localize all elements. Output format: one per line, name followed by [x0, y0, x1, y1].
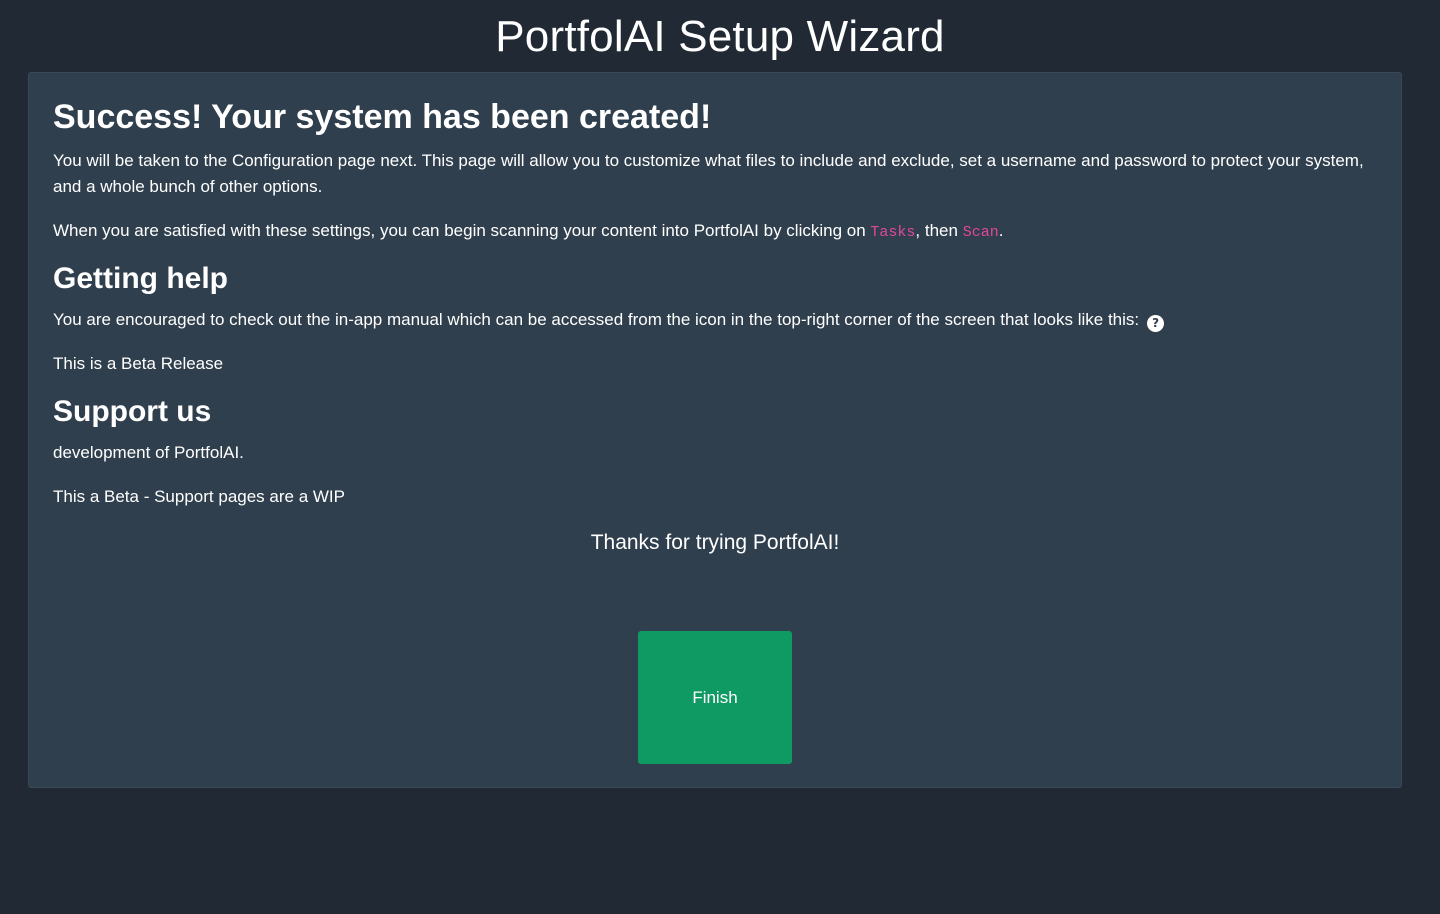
- scan-instructions-suffix: .: [998, 221, 1004, 240]
- page-title: PortfolAI Setup Wizard: [495, 12, 945, 61]
- getting-help-heading: Getting help: [53, 262, 228, 295]
- beta-release-text: This is a Beta Release: [53, 354, 224, 373]
- scan-instructions-prefix: When you are satisfied with these settin…: [53, 221, 871, 240]
- finish-button[interactable]: Finish: [638, 631, 792, 764]
- support-wip-text: This a Beta - Support pages are a WIP: [53, 487, 345, 506]
- scan-instructions-middle: , then: [915, 221, 963, 240]
- tasks-code: Tasks: [870, 224, 916, 241]
- success-heading: Success! Your system has been created!: [53, 98, 712, 136]
- question-circle-icon: ?: [1147, 315, 1165, 332]
- help-paragraph-text: You are encouraged to check out the in-a…: [53, 310, 1140, 329]
- support-us-heading: Support us: [53, 395, 212, 428]
- scan-code: Scan: [962, 224, 999, 241]
- scan-instructions-paragraph: When you are satisfied with these settin…: [53, 218, 1377, 246]
- help-paragraph: You are encouraged to check out the in-a…: [53, 307, 1377, 333]
- setup-complete-card: Success! Your system has been created! Y…: [28, 72, 1402, 788]
- thanks-message: Thanks for trying PortfolAI!: [590, 531, 840, 554]
- configuration-paragraph: You will be taken to the Configuration p…: [53, 151, 1364, 196]
- support-paragraph: development of PortfolAI.: [53, 443, 244, 462]
